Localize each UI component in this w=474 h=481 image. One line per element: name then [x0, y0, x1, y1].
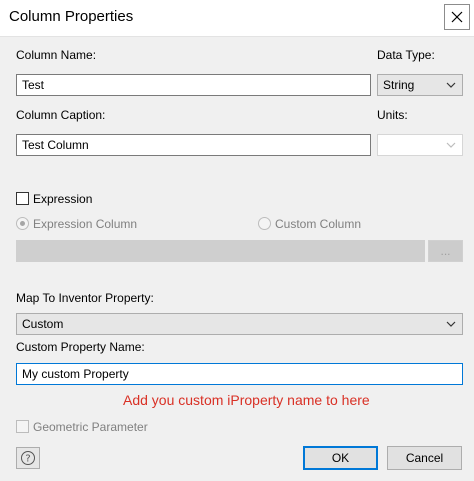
dialog-body: Column Name: Data Type: Test String Colu… — [0, 36, 474, 481]
column-name-label: Column Name: — [16, 48, 97, 62]
data-type-label: Data Type: — [377, 48, 435, 62]
data-type-select[interactable]: String — [377, 74, 463, 96]
chevron-down-icon — [446, 321, 456, 327]
column-caption-input[interactable]: Test Column — [16, 134, 371, 156]
annotation-text: Add you custom iProperty name to here — [123, 392, 370, 408]
custom-column-radio[interactable] — [258, 217, 271, 230]
map-property-value: Custom — [22, 317, 64, 331]
chevron-down-icon — [446, 142, 456, 148]
expression-column-label: Expression Column — [33, 217, 138, 231]
data-type-value: String — [383, 78, 415, 92]
expression-label: Expression — [33, 192, 93, 206]
close-icon — [451, 11, 463, 23]
help-button[interactable]: ? — [16, 447, 40, 469]
geometric-parameter-label: Geometric Parameter — [33, 420, 148, 434]
custom-property-label: Custom Property Name: — [16, 340, 145, 354]
browse-button[interactable]: ... — [428, 240, 463, 262]
window-title: Column Properties — [9, 8, 134, 25]
title-bar: Column Properties — [0, 0, 474, 36]
units-label: Units: — [377, 108, 408, 122]
ok-button[interactable]: OK — [303, 446, 378, 470]
close-button[interactable] — [444, 4, 470, 30]
expression-checkbox[interactable] — [16, 192, 29, 205]
expression-column-radio[interactable] — [16, 217, 29, 230]
map-property-label: Map To Inventor Property: — [16, 291, 154, 305]
svg-text:?: ? — [25, 454, 30, 465]
geometric-parameter-checkbox[interactable] — [16, 420, 29, 433]
chevron-down-icon — [446, 82, 456, 88]
custom-property-input[interactable]: My custom Property — [16, 363, 463, 385]
column-name-input[interactable]: Test — [16, 74, 371, 96]
custom-column-label: Custom Column — [275, 217, 362, 231]
help-icon: ? — [21, 451, 35, 465]
expression-input[interactable] — [16, 240, 425, 262]
cancel-button[interactable]: Cancel — [387, 446, 462, 470]
map-property-select[interactable]: Custom — [16, 313, 463, 335]
units-select[interactable] — [377, 134, 463, 156]
column-caption-label: Column Caption: — [16, 108, 106, 122]
